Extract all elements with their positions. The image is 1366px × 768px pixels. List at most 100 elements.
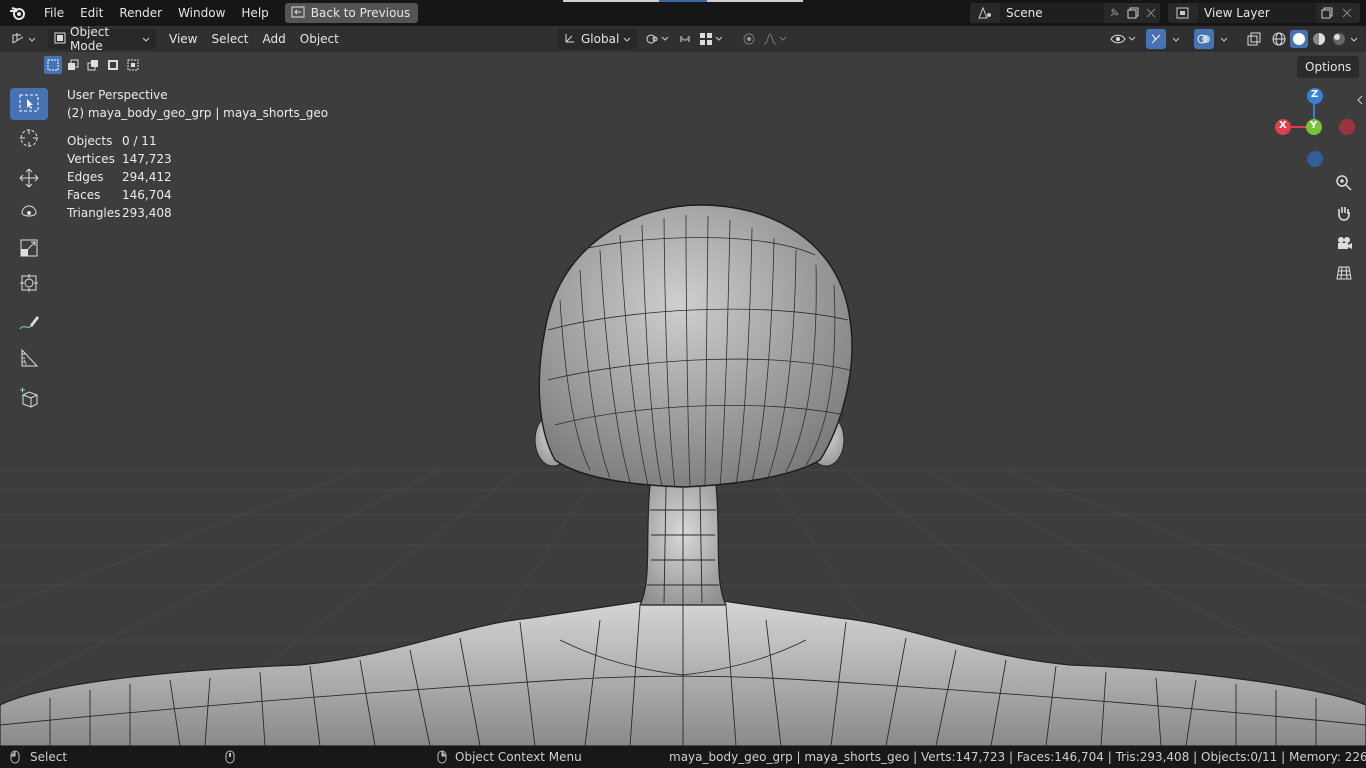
scene-name[interactable]: Scene — [1000, 3, 1104, 23]
tool-select-box[interactable] — [10, 88, 48, 120]
select-subtract-icon[interactable] — [84, 56, 102, 74]
chevron-down-icon[interactable] — [1350, 32, 1358, 46]
material-shading-icon[interactable] — [1310, 30, 1328, 48]
sidebar-toggle-icon[interactable] — [1356, 94, 1364, 108]
stat-value: 146,704 — [122, 188, 172, 202]
visibility-button[interactable] — [1110, 33, 1140, 45]
solid-shading-icon[interactable] — [1290, 30, 1308, 48]
zoom-button[interactable] — [1330, 170, 1358, 198]
new-scene-icon[interactable] — [1124, 7, 1142, 19]
close-view-layer-icon[interactable] — [1338, 8, 1356, 18]
tool-annotate[interactable] — [10, 308, 48, 340]
back-to-previous-label: Back to Previous — [310, 6, 411, 20]
pin-icon[interactable] — [1104, 7, 1124, 19]
hand-icon — [1335, 204, 1353, 225]
wireframe-shading-icon[interactable] — [1270, 30, 1288, 48]
select-intersect-icon[interactable] — [124, 56, 142, 74]
tool-cursor[interactable] — [10, 123, 48, 155]
new-view-layer-icon[interactable] — [1316, 7, 1338, 19]
tool-measure[interactable] — [10, 343, 48, 375]
tool-transform[interactable] — [10, 268, 48, 300]
rotate-icon — [18, 202, 40, 227]
zoom-icon — [1335, 174, 1353, 195]
view-layer-name[interactable]: View Layer — [1198, 3, 1316, 23]
snap-toggle-icon[interactable] — [675, 29, 695, 49]
mouse-left-icon — [10, 750, 20, 764]
stat-value: 0 / 11 — [122, 134, 157, 148]
tool-move[interactable] — [10, 163, 48, 195]
chevron-down-icon — [28, 32, 36, 46]
mode-label: Object Mode — [70, 25, 110, 53]
tool-scale[interactable] — [10, 233, 48, 265]
chevron-down-icon[interactable] — [1172, 32, 1180, 46]
menu-view[interactable]: View — [162, 26, 204, 52]
workspace-tabs[interactable] — [563, 0, 803, 2]
view-layer-icon — [1168, 6, 1198, 20]
falloff-button[interactable] — [763, 32, 791, 46]
mode-dropdown[interactable]: Object Mode — [48, 25, 156, 53]
viewport-display-group — [1110, 29, 1358, 49]
menu-file[interactable]: File — [36, 0, 72, 26]
x-axis-label: X — [1279, 120, 1287, 131]
pivot-point-button[interactable] — [645, 32, 671, 46]
back-to-previous-button[interactable]: Back to Previous — [284, 3, 419, 23]
stat-label: Objects — [67, 134, 113, 148]
editor-type-button[interactable] — [10, 31, 42, 48]
scene-selector[interactable]: Scene — [970, 3, 1160, 23]
camera-view-button[interactable] — [1330, 230, 1358, 258]
transform-orientation-dropdown[interactable]: Global — [557, 29, 637, 49]
xray-toggle-icon[interactable] — [1244, 32, 1264, 46]
menu-edit[interactable]: Edit — [72, 0, 111, 26]
menu-help[interactable]: Help — [233, 0, 276, 26]
stat-label: Vertices — [67, 152, 115, 166]
menu-object[interactable]: Object — [293, 26, 346, 52]
tool-add-cube[interactable] — [10, 383, 48, 415]
menu-render[interactable]: Render — [111, 0, 170, 26]
rendered-shading-icon[interactable] — [1330, 30, 1348, 48]
tool-rotate[interactable] — [10, 198, 48, 230]
back-icon — [291, 6, 305, 21]
select-new-icon[interactable] — [44, 56, 62, 74]
stat-label: Triangles — [67, 206, 121, 220]
grid-icon — [1335, 264, 1353, 285]
stat-edges: Edges 294,412 — [67, 168, 328, 186]
select-box-icon — [19, 94, 39, 115]
orientation-label: Global — [581, 32, 620, 46]
navigation-gizmo[interactable]: Z Y X — [1274, 86, 1358, 170]
ortho-toggle-button[interactable] — [1330, 260, 1358, 288]
select-extend-icon[interactable] — [64, 56, 82, 74]
stat-value: 147,723 — [122, 152, 172, 166]
chevron-down-icon[interactable] — [1220, 32, 1228, 46]
gizmo-toggle-icon[interactable] — [1146, 29, 1166, 49]
proportional-editing-icon[interactable] — [739, 29, 759, 49]
menu-window[interactable]: Window — [170, 0, 233, 26]
pivot-snap-group — [645, 29, 791, 49]
snap-element-button[interactable] — [699, 32, 729, 46]
blender-logo-icon[interactable] — [0, 0, 36, 26]
tool-shelf — [10, 88, 48, 418]
menu-select[interactable]: Select — [204, 26, 255, 52]
options-button[interactable]: Options — [1297, 56, 1360, 78]
overlays-toggle-icon[interactable] — [1194, 29, 1214, 49]
add-cube-icon — [18, 387, 40, 412]
transform-icon — [19, 273, 39, 296]
select-invert-icon[interactable] — [104, 56, 122, 74]
editor-type-icon — [10, 31, 26, 48]
stat-objects: Objects 0 / 11 — [67, 132, 328, 150]
view-layer-selector[interactable]: View Layer — [1168, 3, 1360, 23]
orientation-icon — [563, 31, 577, 48]
main-menu: File Edit Render Window Help — [36, 0, 277, 26]
camera-icon — [1335, 234, 1353, 255]
status-context-menu: Object Context Menu — [455, 750, 582, 764]
workspace-tab-active[interactable] — [659, 0, 707, 2]
status-select: Select — [30, 750, 68, 764]
pan-button[interactable] — [1330, 200, 1358, 228]
scale-icon — [19, 238, 39, 261]
close-scene-icon[interactable] — [1142, 8, 1160, 18]
menu-add[interactable]: Add — [256, 26, 293, 52]
move-icon — [18, 167, 40, 192]
stat-triangles: Triangles 293,408 — [67, 204, 328, 222]
negative-z-axis-handle — [1307, 151, 1323, 167]
mouse-right-icon — [437, 750, 447, 764]
viewport-nav-buttons — [1330, 170, 1358, 290]
